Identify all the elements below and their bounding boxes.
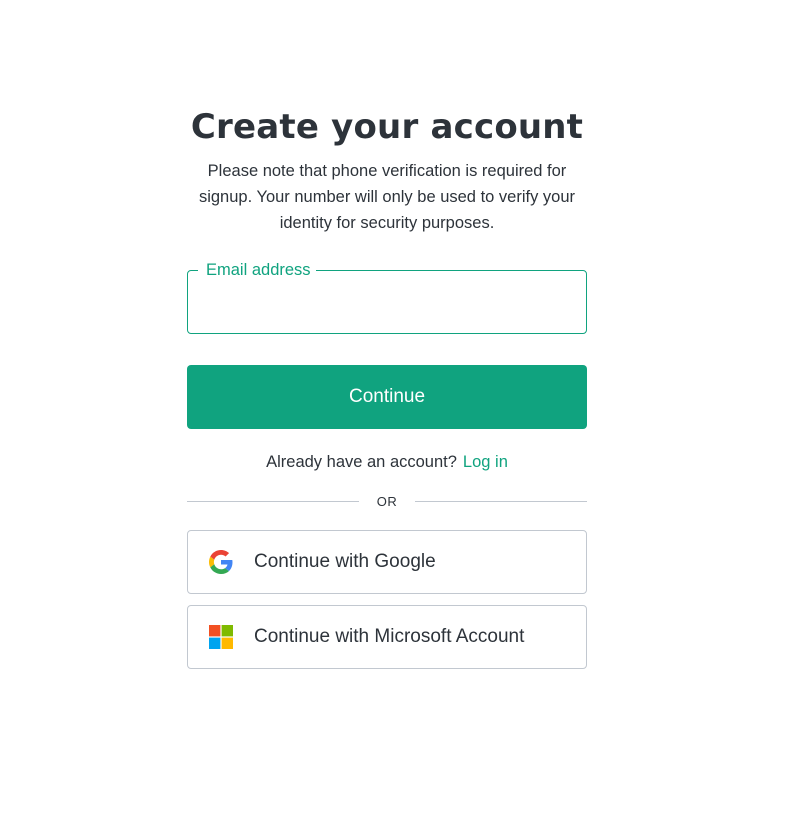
email-field[interactable]: Email address xyxy=(187,260,587,334)
continue-with-google-button[interactable]: Continue with Google xyxy=(187,530,587,594)
page-title: Create your account xyxy=(190,107,584,147)
microsoft-icon xyxy=(208,624,234,650)
login-row: Already have an account? Log in xyxy=(187,451,587,473)
divider-text: OR xyxy=(376,493,398,509)
divider-line-left xyxy=(187,500,359,502)
login-prompt: Already have an account? xyxy=(266,453,457,471)
continue-with-microsoft-button[interactable]: Continue with Microsoft Account xyxy=(187,605,587,669)
google-icon xyxy=(208,549,234,575)
signup-page: Create your account Please note that pho… xyxy=(0,0,799,817)
continue-button[interactable]: Continue xyxy=(187,365,587,429)
email-input[interactable] xyxy=(188,271,586,333)
microsoft-button-label: Continue with Microsoft Account xyxy=(254,626,525,647)
or-divider: OR xyxy=(187,491,587,511)
divider-line-right xyxy=(415,500,587,502)
login-link[interactable]: Log in xyxy=(463,453,508,471)
phone-verification-notice: Please note that phone verification is r… xyxy=(198,162,576,232)
google-button-label: Continue with Google xyxy=(254,551,436,572)
signup-card: Create your account Please note that pho… xyxy=(187,100,587,669)
